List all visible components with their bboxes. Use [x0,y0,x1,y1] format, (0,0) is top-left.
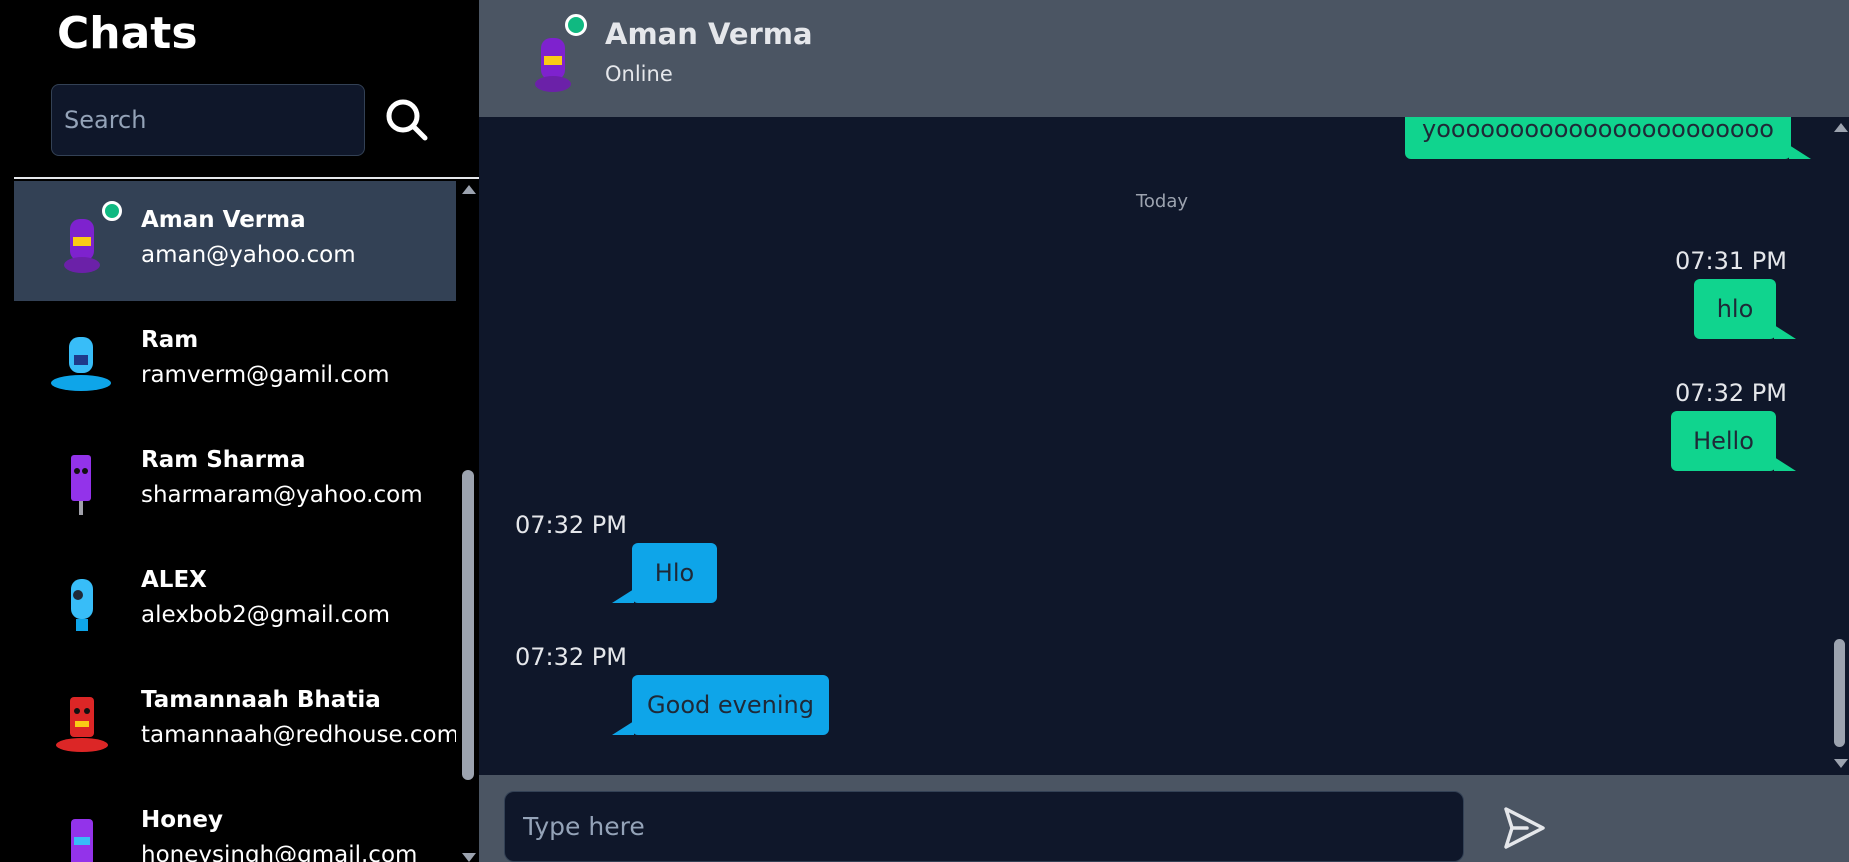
message-list-scrollbar[interactable] [1831,117,1849,775]
contact-name: Honey [141,807,224,833]
contact-email: ramverm@gamil.com [141,362,390,388]
date-separator: Today [1135,191,1189,212]
contact-email: sharmaram@yahoo.com [141,482,423,508]
message-time: 07:32 PM [1675,379,1787,407]
online-indicator [565,14,587,36]
contact-item-ram-sharma[interactable]: Ram Sharma sharmaram@yahoo.com [14,421,456,541]
scrollbar-thumb[interactable] [1834,639,1845,747]
message-input[interactable] [504,791,1464,862]
contact-name: Tamannaah Bhatia [141,687,381,713]
robot-avatar-icon [64,219,100,273]
contact-item-aman-verma[interactable]: Aman Verma aman@yahoo.com [14,181,456,301]
online-indicator [102,201,122,221]
message-time: 07:32 PM [515,511,627,539]
message-bubble-received: Hlo [612,543,717,603]
scroll-up-arrow-icon[interactable] [1834,123,1848,132]
contact-name: Ram Sharma [141,447,306,473]
message-bubble-sent: Hello [1671,411,1796,471]
send-icon[interactable] [1501,805,1547,851]
contact-name: Ram [141,327,199,353]
sidebar-title: Chats [57,8,198,59]
chat-sidebar: Chats Aman Verma aman@yahoo.com Ram ramv… [0,0,479,862]
message-bubble-received: Good evening [612,675,829,735]
scroll-down-arrow-icon[interactable] [1834,759,1848,768]
chat-contact-status: Online [605,62,673,86]
contact-item-tamannaah-bhatia[interactable]: Tamannaah Bhatia tamannaah@redhouse.com [14,661,456,781]
message-time: 07:32 PM [515,643,627,671]
scrollbar-thumb[interactable] [462,470,474,780]
chat-contact-name: Aman Verma [605,17,813,51]
search-icon[interactable] [383,96,431,144]
contact-list: Aman Verma aman@yahoo.com Ram ramverm@ga… [14,181,456,862]
contact-list-scrollbar[interactable] [458,181,479,862]
robot-avatar-icon [56,697,108,752]
contact-email: honeysingh@gmail.com [141,842,418,862]
contact-item-ram[interactable]: Ram ramverm@gamil.com [14,301,456,421]
robot-avatar-icon [71,819,93,862]
contact-item-alex[interactable]: ALEX alexbob2@gmail.com [14,541,456,661]
message-bubble-sent: hlo [1694,279,1796,339]
robot-avatar-icon [71,579,93,631]
sidebar-divider [14,177,479,179]
contact-name: ALEX [141,567,207,593]
scroll-down-arrow-icon[interactable] [462,853,476,862]
contact-email: tamannaah@redhouse.com [141,722,456,748]
message-composer [479,775,1849,862]
scroll-up-arrow-icon[interactable] [462,185,476,194]
message-list: yooooooooooooooooooooooo Today 07:31 PM … [479,117,1849,775]
contact-item-honey[interactable]: Honey honeysingh@gmail.com [14,781,456,862]
chat-header: Aman Verma Online [479,0,1849,117]
search-input[interactable] [51,84,365,156]
contact-name: Aman Verma [141,207,306,233]
message-bubble-sent: yooooooooooooooooooooooo [1405,117,1811,159]
message-time: 07:31 PM [1675,247,1787,275]
robot-avatar-icon [71,455,91,515]
contact-email: aman@yahoo.com [141,242,356,268]
robot-avatar-icon [535,38,571,92]
robot-avatar-icon [51,337,111,391]
contact-email: alexbob2@gmail.com [141,602,391,628]
